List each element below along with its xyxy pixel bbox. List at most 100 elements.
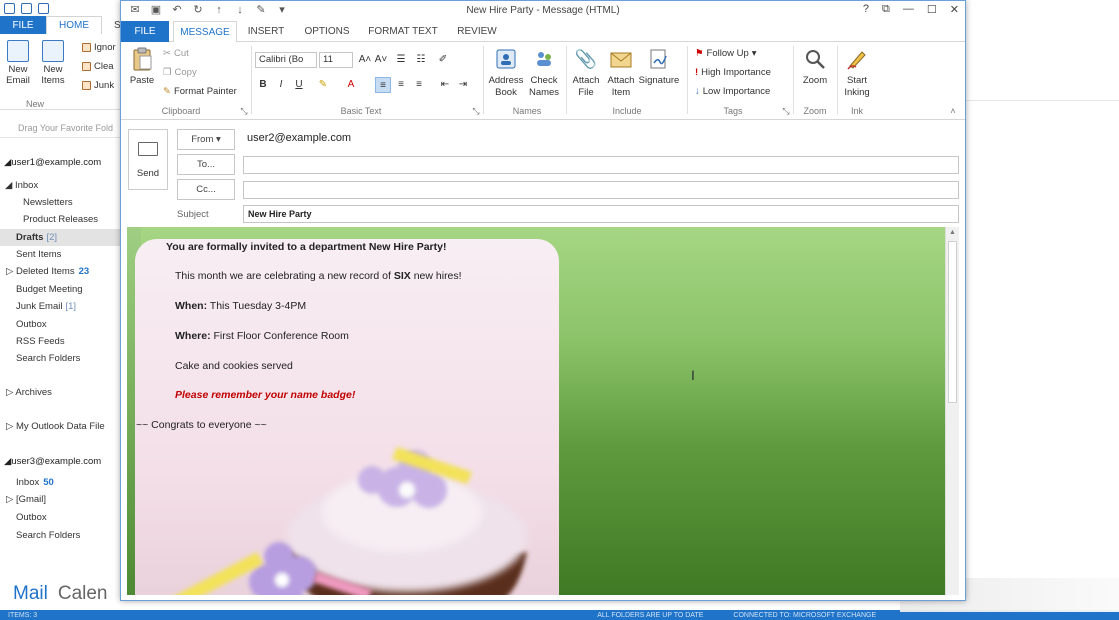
font-name-select[interactable]: Calibri (Bo — [255, 52, 317, 68]
font-size-select[interactable]: 11 — [319, 52, 353, 68]
send-button[interactable]: Send — [128, 129, 168, 190]
ribbon-separator — [687, 46, 688, 114]
tab-message[interactable]: MESSAGE — [173, 21, 237, 43]
shrink-font-icon[interactable]: A˅ — [373, 52, 389, 68]
nav-mail[interactable]: Mail — [13, 583, 48, 605]
align-left-icon[interactable]: ≡ — [375, 77, 391, 93]
main-tab-file[interactable]: FILE — [0, 16, 46, 34]
copy-button[interactable]: ❐ Copy — [163, 67, 197, 78]
bold-icon[interactable]: B — [255, 77, 271, 93]
align-right-icon[interactable]: ≡ — [411, 77, 427, 93]
align-center-icon[interactable]: ≡ — [393, 77, 409, 93]
tab-insert[interactable]: INSERT — [243, 21, 289, 42]
new-email-button[interactable]: New Email — [4, 40, 32, 86]
cut-button[interactable]: ✂ Cut — [163, 48, 189, 59]
account-2-inbox[interactable]: Inbox 50 — [16, 477, 54, 488]
bottom-navigation: Mail Calen — [0, 580, 122, 608]
cc-button[interactable]: Cc... — [177, 179, 235, 200]
check-names-label: Check Names — [528, 75, 560, 98]
from-button[interactable]: From ▾ — [177, 129, 235, 150]
main-ribbon: New Email New Items Ignor Clea Junk New — [0, 34, 122, 110]
ribbon-display-button[interactable]: ⧉ — [882, 3, 890, 16]
paste-button[interactable]: Paste — [127, 46, 157, 87]
ribbon-separator — [251, 46, 252, 114]
magnifier-icon — [803, 46, 827, 72]
message-body[interactable]: You are formally invited to a department… — [127, 227, 959, 595]
folder-search-folders[interactable]: Search Folders — [16, 353, 80, 364]
account-1[interactable]: ◢user1@example.com — [4, 157, 101, 168]
clean-up-icon — [82, 62, 91, 71]
help-button[interactable]: ? — [863, 3, 869, 16]
increase-indent-icon[interactable]: ⇥ — [455, 77, 471, 93]
bullets-icon[interactable]: ☰ — [393, 52, 409, 68]
folder-newsletters[interactable]: Newsletters — [23, 197, 73, 208]
folder-deleted-items-count: 23 — [78, 266, 90, 277]
check-names-button[interactable]: Check Names — [525, 46, 563, 99]
format-painter-button[interactable]: ✎ Format Painter — [163, 86, 237, 97]
account-2[interactable]: ◢user3@example.com — [4, 456, 101, 467]
basic-text-launcher-icon[interactable]: ⤡ — [471, 106, 481, 117]
new-items-button[interactable]: New Items — [36, 40, 70, 86]
folder-drafts[interactable]: Drafts [2] — [16, 232, 57, 243]
account-2-gmail[interactable]: ▷ [Gmail] — [6, 494, 46, 505]
folder-budget-meeting[interactable]: Budget Meeting — [16, 284, 83, 295]
underline-icon[interactable]: U — [291, 77, 307, 93]
folder-junk-email[interactable]: Junk Email [1] — [16, 301, 76, 312]
maximize-button[interactable]: ☐ — [927, 3, 937, 16]
folder-junk-email-count: [1] — [65, 301, 77, 312]
clipboard-launcher-icon[interactable]: ⤡ — [239, 106, 249, 117]
low-importance-button[interactable]: ↓ Low Importance — [695, 86, 770, 97]
address-book-button[interactable]: Address Book — [487, 46, 525, 99]
start-inking-button[interactable]: Start Inking — [839, 46, 875, 99]
send-receive-icon[interactable] — [21, 2, 32, 14]
window-controls: ? ⧉ — ☐ ✕ — [863, 3, 959, 16]
collapse-ribbon-icon[interactable]: ˄ — [947, 106, 959, 116]
close-button[interactable]: ✕ — [950, 3, 959, 16]
new-items-icon — [42, 40, 64, 62]
font-color-icon[interactable]: A — [343, 77, 359, 93]
to-button[interactable]: To... — [177, 154, 235, 175]
nav-calendar[interactable]: Calen — [58, 583, 108, 605]
signature-button[interactable]: Signature — [637, 46, 681, 87]
subject-field[interactable]: New Hire Party — [243, 205, 959, 223]
ignore-button[interactable]: Ignor — [82, 42, 116, 53]
clean-up-button[interactable]: Clea — [82, 61, 114, 72]
folder-my-data-file[interactable]: ▷ My Outlook Data File — [6, 421, 105, 432]
italic-icon[interactable]: I — [273, 77, 289, 93]
tags-launcher-icon[interactable]: ⤡ — [781, 106, 791, 117]
minimize-button[interactable]: — — [903, 3, 914, 16]
folder-outbox[interactable]: Outbox — [16, 319, 47, 330]
when-value: This Tuesday 3-4PM — [207, 300, 307, 312]
tab-review[interactable]: REVIEW — [451, 21, 503, 42]
high-importance-button[interactable]: ! High Importance — [695, 67, 771, 78]
zoom-button[interactable]: Zoom — [797, 46, 833, 87]
numbering-icon[interactable]: ☷ — [413, 52, 429, 68]
tab-format-text[interactable]: FORMAT TEXT — [365, 21, 441, 42]
scroll-up-icon[interactable]: ▲ — [949, 229, 956, 236]
follow-up-button[interactable]: ⚑ Follow Up ▾ — [695, 48, 757, 59]
folder-product-releases[interactable]: Product Releases — [23, 214, 98, 225]
folder-rss-feeds[interactable]: RSS Feeds — [16, 336, 65, 347]
account-2-search-folders[interactable]: Search Folders — [16, 530, 80, 541]
scrollbar-thumb[interactable] — [948, 241, 957, 403]
decrease-indent-icon[interactable]: ⇤ — [437, 77, 453, 93]
grow-font-icon[interactable]: A˄ — [357, 52, 373, 68]
tab-options[interactable]: OPTIONS — [299, 21, 355, 42]
account-2-outbox[interactable]: Outbox — [16, 512, 47, 523]
highlight-icon[interactable]: ✎ — [315, 77, 331, 93]
folder-inbox[interactable]: ◢ Inbox — [5, 180, 38, 191]
folder-archives[interactable]: ▷ Archives — [6, 387, 52, 398]
attach-file-button[interactable]: 📎 Attach File — [569, 46, 603, 99]
cc-field[interactable] — [243, 181, 959, 199]
tab-file[interactable]: FILE — [121, 21, 169, 42]
junk-button[interactable]: Junk — [82, 80, 114, 91]
folder-sent-items[interactable]: Sent Items — [16, 249, 61, 260]
clear-format-icon[interactable]: ✐ — [435, 52, 451, 68]
attach-item-button[interactable]: Attach Item — [603, 46, 639, 99]
invitation-reminder: Please remember your name badge! — [175, 389, 356, 401]
folder-deleted-items[interactable]: ▷ Deleted Items 23 — [6, 266, 89, 277]
undo-icon[interactable] — [38, 2, 49, 14]
to-field[interactable] — [243, 156, 959, 174]
body-scrollbar[interactable]: ▲ — [945, 227, 959, 595]
main-tab-home[interactable]: HOME — [46, 16, 102, 34]
